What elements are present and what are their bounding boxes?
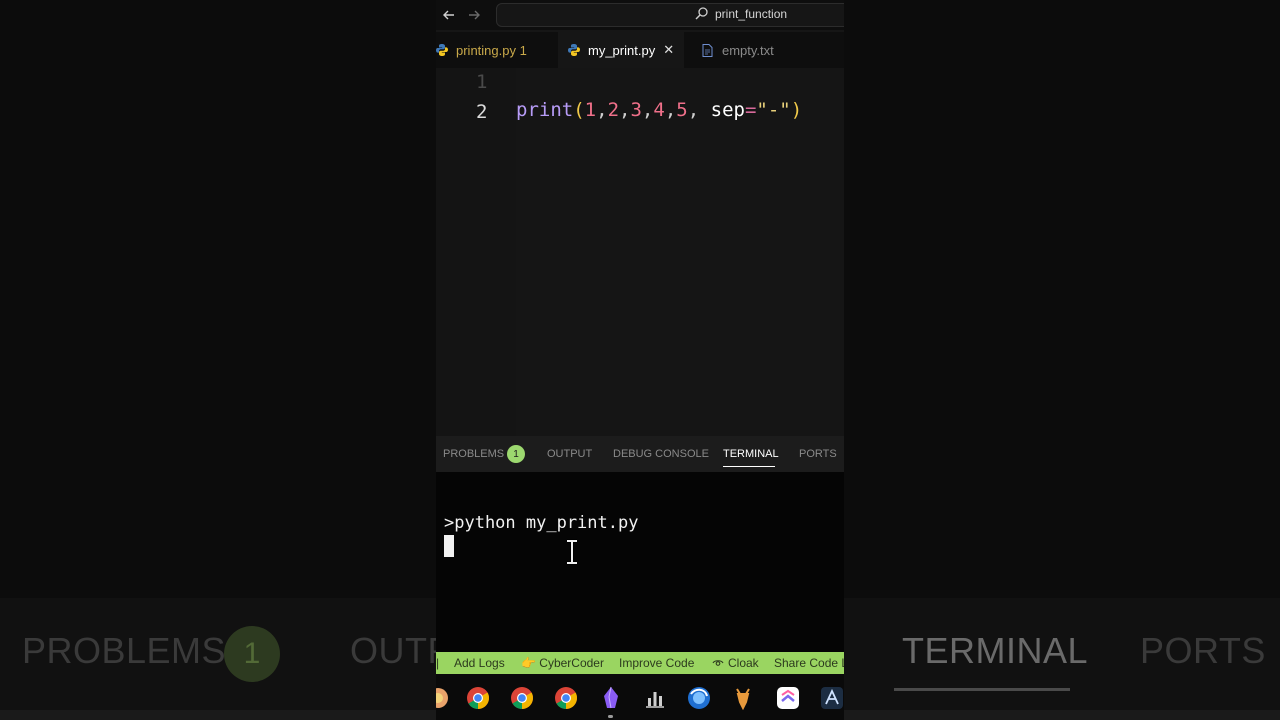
tab-output[interactable]: OUTPUT <box>547 448 592 460</box>
line-number: 1 <box>476 71 488 93</box>
active-tab-underline <box>723 466 775 467</box>
terminal-cursor <box>444 535 454 557</box>
arrow-right-icon[interactable] <box>467 8 481 22</box>
status-cloak[interactable]: Cloak <box>728 656 759 670</box>
code-func: print <box>516 99 574 121</box>
python-icon <box>568 44 580 56</box>
tab-my-print-py[interactable]: my_print.py ✕ <box>558 32 684 68</box>
active-app-indicator <box>608 715 613 718</box>
chrome-icon[interactable] <box>554 686 578 710</box>
code-number: 4 <box>653 99 665 121</box>
code-number: 5 <box>676 99 688 121</box>
command-center-search[interactable] <box>496 3 844 27</box>
pen-app-icon[interactable] <box>820 686 844 710</box>
deer-app-icon[interactable] <box>731 686 755 710</box>
arrow-left-icon[interactable] <box>442 8 456 22</box>
tab-debug-console[interactable]: DEBUG CONSOLE <box>613 448 709 460</box>
code-string: "-" <box>756 99 791 121</box>
close-icon[interactable]: ✕ <box>663 42 674 58</box>
status-share-code[interactable]: Share Code L <box>774 656 844 670</box>
code-editor[interactable]: 1 2 print(1,2,3,4,5, sep="-") <box>436 68 844 436</box>
backdrop-ports-text: PORTS <box>1140 630 1266 671</box>
tab-empty-txt[interactable]: empty.txt <box>684 32 804 68</box>
backdrop-problems-text: PROBLEMS <box>22 630 227 671</box>
clickup-icon[interactable] <box>776 686 800 710</box>
python-icon <box>436 44 448 56</box>
status-improve-code[interactable]: Improve Code <box>619 656 694 670</box>
eye-icon <box>712 660 724 666</box>
tab-terminal[interactable]: TERMINAL <box>723 448 779 460</box>
problems-count-badge: 1 <box>507 445 525 463</box>
code-paren: ) <box>790 99 803 121</box>
obsidian-icon[interactable] <box>599 686 623 710</box>
status-sep: | <box>436 656 440 670</box>
search-icon <box>695 7 708 20</box>
backdrop-terminal-underline <box>894 688 1070 691</box>
status-bar: | Add Logs 👉 CyberCoder Improve Code Clo… <box>436 652 844 674</box>
line-number-gutter: 1 2 <box>436 68 516 436</box>
chrome-icon[interactable] <box>466 686 490 710</box>
vscode-window: print_function printing.py 1 my_print.py… <box>436 0 844 720</box>
code-line-2[interactable]: print(1,2,3,4,5, sep="-") <box>516 99 802 121</box>
code-operator: = <box>744 99 757 121</box>
code-number: 2 <box>607 99 620 121</box>
os-taskbar <box>436 674 844 720</box>
ibeam-cursor-icon <box>567 539 577 565</box>
terminal-command-line: >python my_print.py <box>444 513 639 533</box>
search-text: print_function <box>715 7 788 21</box>
tab-label: empty.txt <box>722 42 774 58</box>
status-cybercoder[interactable]: 👉 CyberCoder <box>521 656 604 670</box>
editor-tab-bar: printing.py 1 my_print.py ✕ empty.txt <box>436 32 844 68</box>
tab-printing-py[interactable]: printing.py 1 <box>436 32 558 68</box>
file-icon <box>702 43 713 57</box>
backdrop-problems-badge: 1 <box>224 626 280 682</box>
terminal-panel[interactable]: >python my_print.py <box>436 472 844 652</box>
tab-ports[interactable]: PORTS <box>799 448 837 460</box>
panel-tab-bar: PROBLEMS OUTPUT DEBUG CONSOLE TERMINAL P… <box>436 436 844 472</box>
tab-label: printing.py 1 <box>456 42 527 58</box>
line-number: 2 <box>476 101 488 123</box>
tab-problems[interactable]: PROBLEMS <box>443 448 504 460</box>
browser-icon[interactable] <box>687 686 711 710</box>
status-add-logs[interactable]: Add Logs <box>454 656 505 670</box>
code-keyword-arg: sep <box>710 99 745 121</box>
code-paren: ( <box>573 99 585 121</box>
chrome-icon[interactable] <box>510 686 534 710</box>
tab-label: my_print.py <box>588 42 656 58</box>
app-icon[interactable] <box>436 686 450 710</box>
chart-app-icon[interactable] <box>643 686 667 710</box>
code-number: 1 <box>584 99 597 121</box>
title-bar: print_function <box>436 0 844 30</box>
backdrop-terminal-text: TERMINAL <box>902 630 1089 671</box>
code-number: 3 <box>630 99 642 121</box>
